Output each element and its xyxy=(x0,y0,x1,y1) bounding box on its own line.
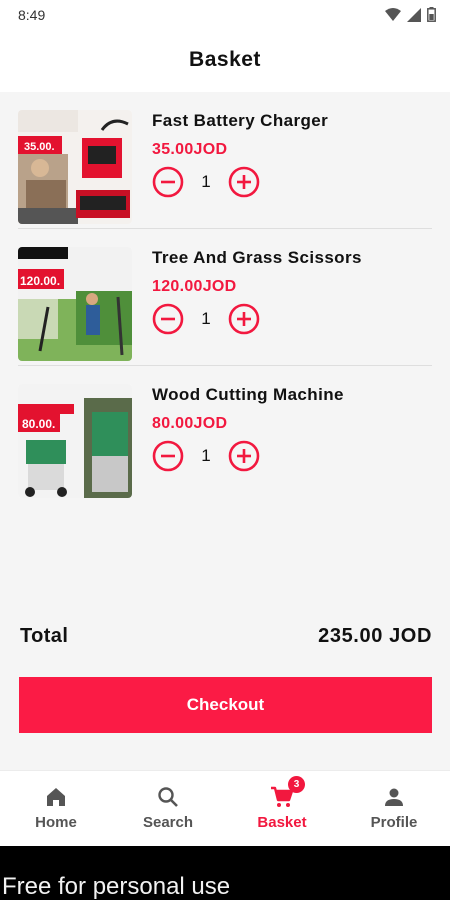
basket-item: 120.00. Tree And Grass Scissors 120.00JO… xyxy=(18,229,432,366)
product-name: Tree And Grass Scissors xyxy=(152,248,362,267)
increase-quantity-button[interactable] xyxy=(228,166,260,198)
quantity-value: 1 xyxy=(201,309,211,328)
product-name: Fast Battery Charger xyxy=(152,111,329,130)
nav-item-basket[interactable]: 3 Basket xyxy=(226,771,338,847)
basket-item: 35.00. Fast Battery Charger 35.00JOD 1 xyxy=(18,92,432,229)
nav-label-search: Search xyxy=(142,814,194,831)
quantity-value: 1 xyxy=(201,172,211,191)
increase-quantity-button[interactable] xyxy=(228,440,260,472)
decrease-quantity-button[interactable] xyxy=(152,303,184,335)
home-icon xyxy=(47,788,65,806)
basket-item: 80.00. Wood Cutting Machine 80.00JOD 1 xyxy=(18,366,432,503)
nav-item-profile[interactable]: Profile xyxy=(338,771,450,847)
product-price: 120.00JOD xyxy=(152,278,237,295)
product-image-price-tag: 120.00. xyxy=(20,274,60,288)
nav-label-home: Home xyxy=(35,814,77,831)
nav-label-basket: Basket xyxy=(257,814,307,831)
status-bar: 8:49 xyxy=(0,0,450,30)
checkout-button[interactable]: Checkout xyxy=(19,677,432,733)
bottom-nav: Home Search 3 Basket Profile xyxy=(0,770,450,846)
quantity-stepper: 1 xyxy=(152,440,262,472)
battery-icon xyxy=(427,7,436,22)
increase-quantity-button[interactable] xyxy=(228,303,260,335)
wifi-icon xyxy=(385,7,401,21)
app-bar: Basket xyxy=(0,30,450,92)
nav-item-search[interactable]: Search xyxy=(112,771,224,847)
product-price: 80.00JOD xyxy=(152,415,228,432)
nav-item-home[interactable]: Home xyxy=(0,771,112,847)
product-image-price-tag: 35.00. xyxy=(24,141,55,153)
nav-label-profile: Profile xyxy=(370,814,418,831)
signal-icon xyxy=(407,7,421,22)
product-image-price-tag: 80.00. xyxy=(22,417,55,431)
product-price: 35.00JOD xyxy=(152,141,228,158)
product-name: Wood Cutting Machine xyxy=(152,385,344,404)
watermark-text: Free for personal use xyxy=(2,873,231,900)
product-image: 120.00. xyxy=(18,247,132,361)
page-title: Basket xyxy=(189,48,261,71)
search-icon xyxy=(158,787,178,807)
decrease-quantity-button[interactable] xyxy=(152,166,184,198)
watermark-bar: Free for personal use xyxy=(0,846,450,900)
total-label: Total xyxy=(20,625,69,647)
product-image: 35.00. xyxy=(18,110,132,224)
person-icon xyxy=(385,788,403,806)
decrease-quantity-button[interactable] xyxy=(152,440,184,472)
quantity-stepper: 1 xyxy=(152,166,262,198)
quantity-value: 1 xyxy=(201,446,211,465)
total-value: 235.00 JOD xyxy=(318,625,432,647)
status-icons xyxy=(385,7,436,22)
status-time: 8:49 xyxy=(18,7,46,23)
quantity-stepper: 1 xyxy=(152,303,262,335)
product-image: 80.00. xyxy=(18,384,132,498)
cart-count-badge: 3 xyxy=(288,776,305,793)
